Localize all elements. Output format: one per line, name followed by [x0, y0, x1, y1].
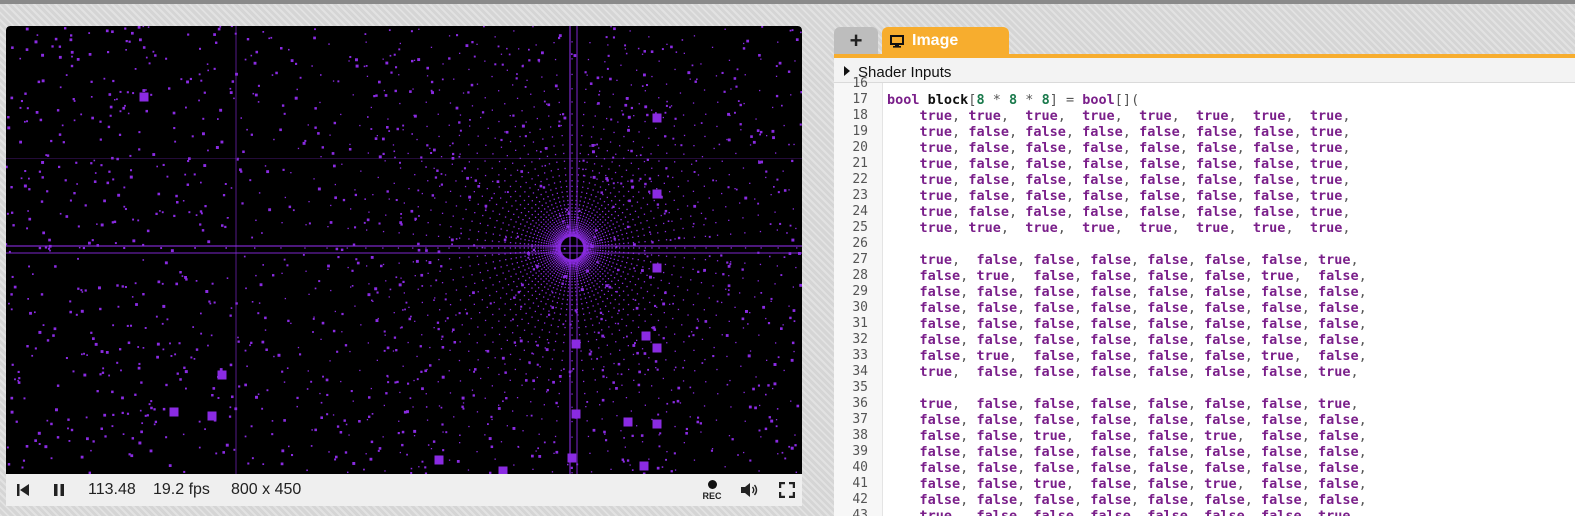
line-number: 37	[852, 412, 868, 427]
skip-back-button[interactable]	[12, 474, 34, 506]
pause-icon	[54, 484, 64, 496]
volume-button[interactable]	[738, 474, 762, 506]
shader-player: 113.48 19.2 fps 800 x 450 REC	[6, 26, 802, 506]
fullscreen-icon	[779, 482, 795, 498]
line-number: 24	[852, 204, 868, 219]
line-number: 26	[852, 236, 868, 251]
shader-inputs-toggle[interactable]: Shader Inputs	[834, 58, 1575, 83]
code-line[interactable]: bool block[8 * 8 * 8] = bool[](	[887, 92, 1139, 108]
code-line[interactable]: false, false, false, false, false, false…	[887, 284, 1367, 300]
resolution-readout: 800 x 450	[231, 481, 302, 498]
record-icon	[707, 479, 717, 489]
line-number: 36	[852, 396, 868, 411]
code-line[interactable]: false, false, true, false, false, true, …	[887, 428, 1367, 444]
voxel-dots	[6, 26, 802, 474]
line-number: 33	[852, 348, 868, 363]
line-number: 25	[852, 220, 868, 235]
line-number: 31	[852, 316, 868, 331]
line-number: 32	[852, 332, 868, 347]
line-number: 17	[852, 92, 868, 107]
code-line[interactable]: false, false, false, false, false, false…	[887, 332, 1367, 348]
code-line[interactable]: true, false, false, false, false, false,…	[887, 364, 1359, 380]
volume-icon	[741, 483, 758, 497]
code-line[interactable]: false, false, true, false, false, true, …	[887, 476, 1367, 492]
code-line[interactable]: true, true, true, true, true, true, true…	[887, 220, 1351, 236]
code-line[interactable]: false, false, false, false, false, false…	[887, 460, 1367, 476]
line-number: 35	[852, 380, 868, 395]
code-line[interactable]: true, false, false, false, false, false,…	[887, 204, 1351, 220]
line-number: 34	[852, 364, 868, 379]
line-number: 39	[852, 444, 868, 459]
code-line[interactable]: false, false, false, false, false, false…	[887, 492, 1367, 508]
line-number: 30	[852, 300, 868, 315]
line-number: 42	[852, 492, 868, 507]
player-controls: 113.48 19.2 fps 800 x 450 REC	[6, 474, 802, 506]
expand-arrow-icon	[844, 66, 850, 76]
time-readout: 113.48	[88, 481, 136, 498]
top-strip	[0, 0, 1575, 4]
line-number: 41	[852, 476, 868, 491]
record-button[interactable]: REC	[700, 474, 724, 506]
code-line[interactable]: false, false, false, false, false, false…	[887, 300, 1367, 316]
line-number: 40	[852, 460, 868, 475]
code-line[interactable]: false, false, false, false, false, false…	[887, 412, 1367, 428]
record-label: REC	[702, 490, 722, 501]
code-line[interactable]: true, false, false, false, false, false,…	[887, 396, 1359, 412]
code-line[interactable]: true, false, false, false, false, false,…	[887, 124, 1351, 140]
shader-inputs-label: Shader Inputs	[858, 64, 952, 81]
code-line[interactable]: true, false, false, false, false, false,…	[887, 156, 1351, 172]
line-number: 29	[852, 284, 868, 299]
code-line[interactable]: false, true, false, false, false, false,…	[887, 348, 1367, 364]
shader-canvas[interactable]	[6, 26, 802, 474]
tab-image[interactable]: Image	[882, 27, 1009, 55]
render-output	[6, 26, 802, 474]
line-number: 16	[852, 76, 868, 91]
code-line[interactable]: true, false, false, false, false, false,…	[887, 188, 1351, 204]
line-number: 27	[852, 252, 868, 267]
code-line[interactable]: true, false, false, false, false, false,…	[887, 172, 1351, 188]
line-number: 20	[852, 140, 868, 155]
monitor-icon	[890, 34, 904, 48]
code-line[interactable]: false, true, false, false, false, false,…	[887, 268, 1367, 284]
line-number: 23	[852, 188, 868, 203]
code-editor[interactable]: Shader Inputs 16 17 bool block[8 * 8 * 8] …	[834, 58, 1575, 516]
line-number: 21	[852, 156, 868, 171]
code-line[interactable]: true, false, false, false, false, false,…	[887, 508, 1359, 516]
code-line[interactable]: false, false, false, false, false, false…	[887, 444, 1367, 460]
code-line[interactable]: false, false, false, false, false, false…	[887, 316, 1367, 332]
code-line[interactable]: true, false, false, false, false, false,…	[887, 252, 1359, 268]
fps-readout: 19.2 fps	[153, 481, 210, 498]
line-number: 38	[852, 428, 868, 443]
add-tab-button[interactable]: +	[834, 27, 878, 55]
code-line[interactable]: true, false, false, false, false, false,…	[887, 140, 1351, 156]
pause-button[interactable]	[48, 474, 70, 506]
code-line[interactable]: true, true, true, true, true, true, true…	[887, 108, 1351, 124]
line-number: 28	[852, 268, 868, 283]
line-number: 18	[852, 108, 868, 123]
tab-image-label: Image	[912, 32, 959, 49]
line-number: 43	[852, 508, 868, 516]
line-number: 22	[852, 172, 868, 187]
fullscreen-button[interactable]	[776, 474, 798, 506]
skip-back-icon	[17, 484, 29, 496]
line-number: 19	[852, 124, 868, 139]
